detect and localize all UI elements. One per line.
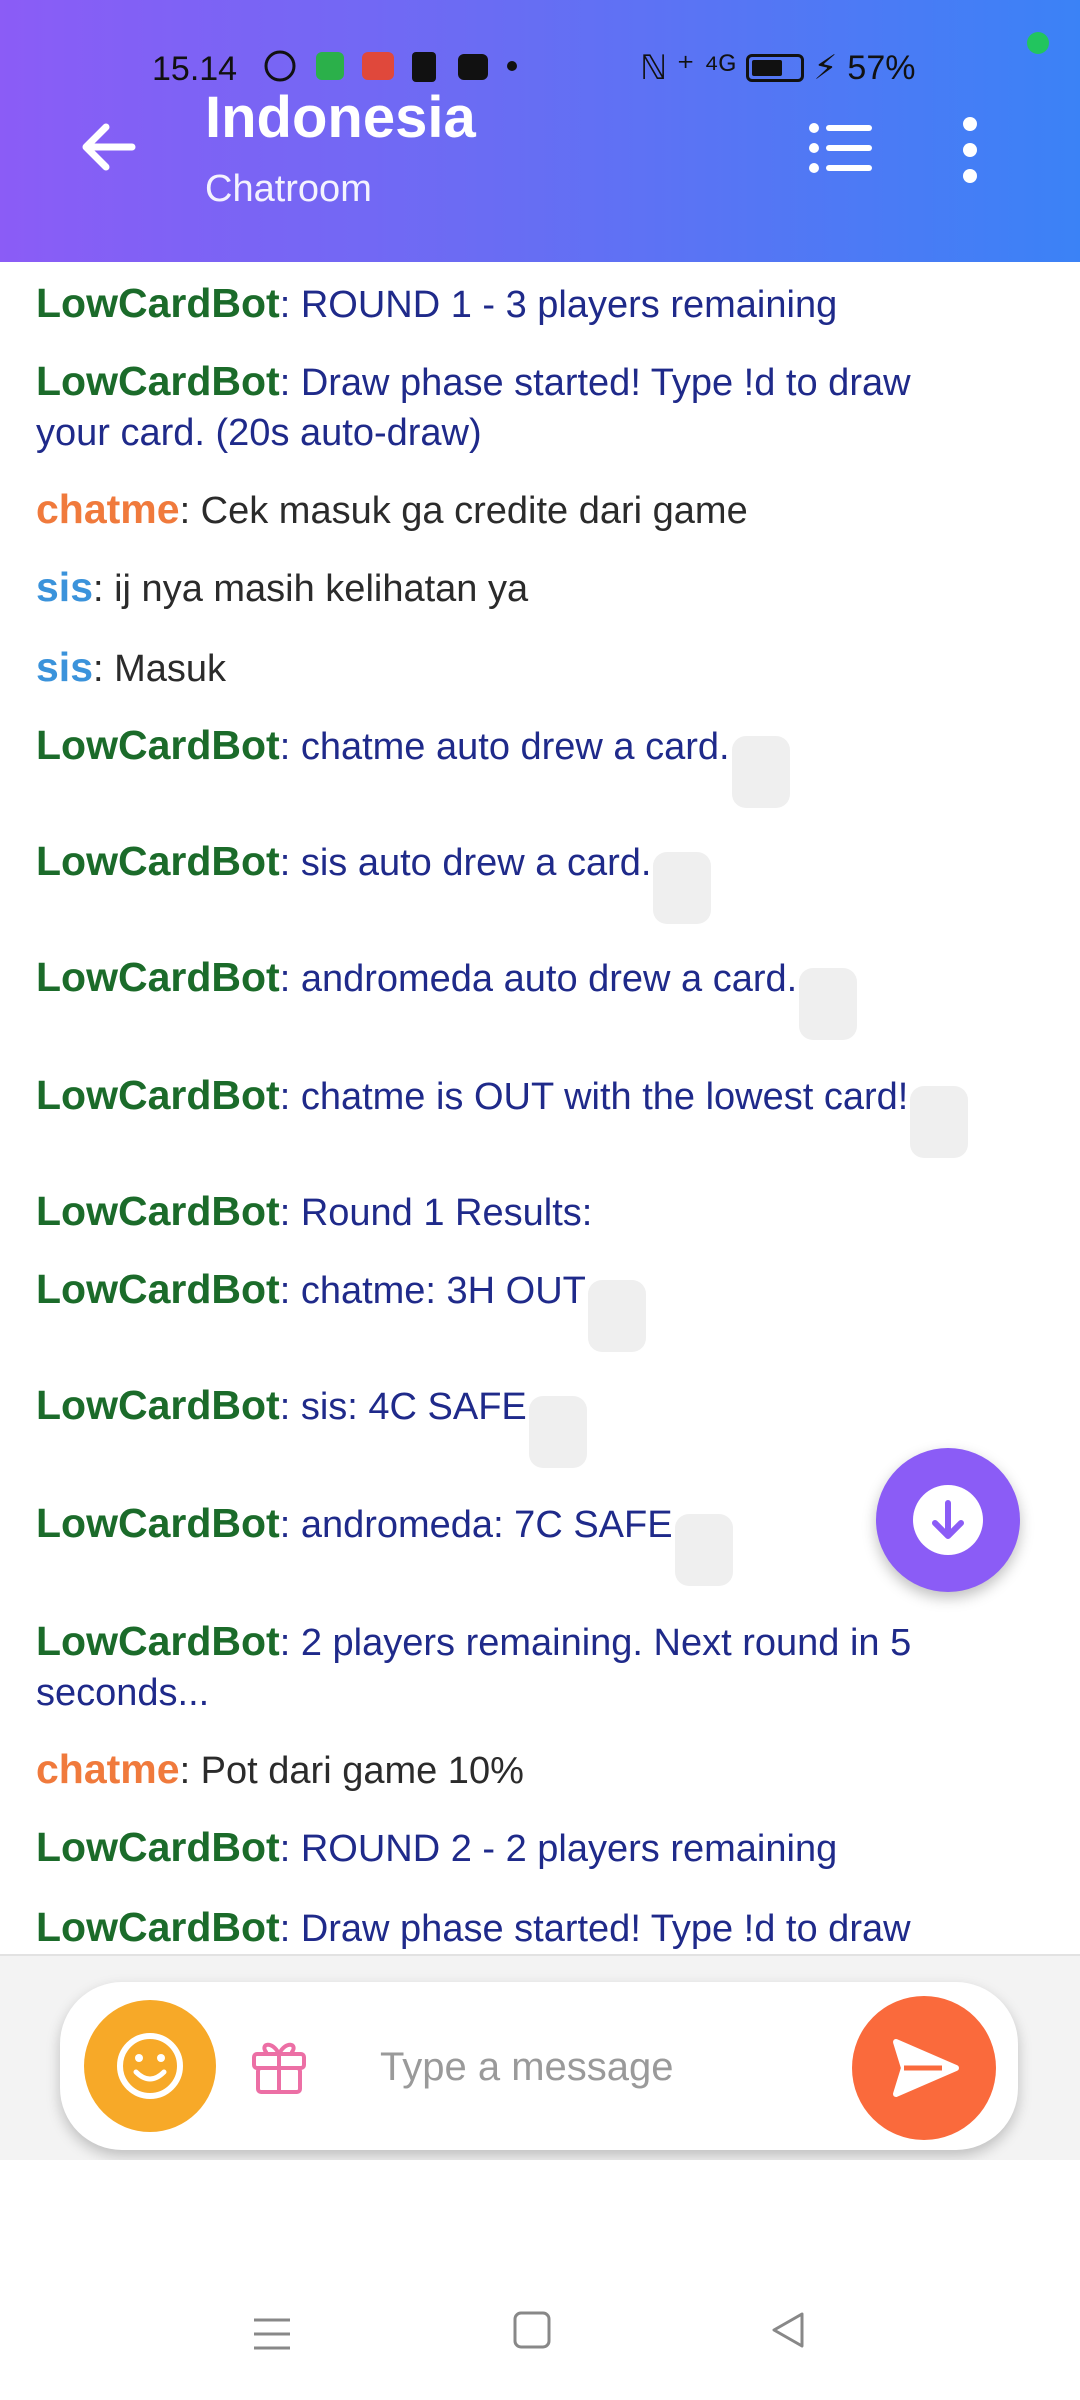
message-item: LowCardBot: chatme auto drew a card.: [36, 720, 986, 808]
sender-name[interactable]: LowCardBot: [36, 1072, 280, 1118]
chat-header: 15.14 ℕ ⁺ ⁴ᴳ ⚡ 57% Indonesia Chatroom: [0, 0, 1080, 262]
message-text: : Masuk: [93, 648, 227, 690]
room-subtitle: Chatroom: [205, 168, 372, 210]
card-image[interactable]: [653, 852, 712, 924]
message-text: : chatme auto drew a card.: [279, 726, 730, 768]
sender-name[interactable]: LowCardBot: [36, 1382, 280, 1428]
message-item: sis: ij nya masih kelihatan ya: [36, 562, 986, 614]
message-text: : sis: 4C SAFE: [279, 1386, 527, 1428]
message-item: LowCardBot: sis auto drew a card.: [36, 836, 986, 924]
message-composer: [60, 1982, 1018, 2150]
smiley-icon: [117, 2033, 183, 2099]
list-icon: [809, 123, 872, 173]
message-input[interactable]: [378, 2028, 832, 2106]
arrow-down-icon: [932, 1500, 964, 1539]
card-image[interactable]: [731, 736, 790, 808]
message-text: : sis auto drew a card.: [279, 842, 652, 884]
card-image[interactable]: [528, 1396, 587, 1468]
message-text: : Round 1 Results:: [279, 1192, 593, 1234]
composer-area: [0, 1954, 1080, 2162]
room-title: Indonesia: [205, 85, 476, 150]
signal-icons: ℕ ⁺ ⁴ᴳ: [640, 49, 736, 87]
card-image[interactable]: [799, 968, 858, 1040]
message-item: LowCardBot: 2 players remaining. Next ro…: [36, 1616, 986, 1718]
menu-icon: [254, 2318, 290, 2350]
sender-name[interactable]: LowCardBot: [36, 1266, 280, 1312]
gift-icon: [252, 2042, 306, 2094]
message-text: : andromeda auto drew a card.: [279, 958, 798, 1000]
sender-name[interactable]: LowCardBot: [36, 1904, 280, 1950]
message-text: : ROUND 2 - 2 players remaining: [279, 1828, 838, 1870]
message-item: LowCardBot: ROUND 2 - 2 players remainin…: [36, 1822, 986, 1874]
sender-name[interactable]: sis: [36, 644, 93, 690]
message-text: : ij nya masih kelihatan ya: [93, 568, 529, 610]
charging-icon: ⚡: [813, 49, 838, 87]
sender-name[interactable]: LowCardBot: [36, 954, 280, 1000]
message-text: : andromeda: 7C SAFE: [279, 1504, 673, 1546]
sender-name[interactable]: LowCardBot: [36, 1500, 280, 1546]
message-text: : Draw phase started! Type !d to draw: [279, 1908, 911, 1950]
sender-name[interactable]: LowCardBot: [36, 1618, 280, 1664]
message-item: LowCardBot: Draw phase started! Type !d …: [36, 356, 986, 458]
message-item: LowCardBot: sis: 4C SAFE: [36, 1380, 986, 1468]
message-item: LowCardBot: ROUND 1 - 3 players remainin…: [36, 278, 986, 330]
sender-name[interactable]: LowCardBot: [36, 1188, 280, 1234]
sender-name[interactable]: chatme: [36, 1746, 180, 1792]
notification-icons-svg: [264, 50, 517, 82]
message-list[interactable]: LowCardBot: ROUND 1 - 3 players remainin…: [0, 262, 1080, 1952]
status-right: ℕ ⁺ ⁴ᴳ ⚡ 57%: [640, 48, 915, 88]
sender-name[interactable]: LowCardBot: [36, 722, 280, 768]
sender-name[interactable]: sis: [36, 564, 93, 610]
nav-home-button[interactable]: [512, 2310, 552, 2350]
system-nav-bar: [0, 2160, 1080, 2400]
gift-button[interactable]: [246, 2032, 312, 2098]
triangle-back-icon: [772, 2312, 804, 2348]
card-image[interactable]: [910, 1086, 969, 1158]
sender-name[interactable]: LowCardBot: [36, 280, 280, 326]
sender-name[interactable]: LowCardBot: [36, 358, 280, 404]
scroll-button-inner: [913, 1485, 983, 1555]
sender-name[interactable]: chatme: [36, 486, 180, 532]
nav-recents-button[interactable]: [252, 2314, 292, 2354]
message-item: chatme: Cek masuk ga credite dari game: [36, 484, 986, 536]
more-options-button[interactable]: [950, 114, 990, 186]
send-icon: [893, 2039, 959, 2097]
card-image[interactable]: [587, 1280, 646, 1352]
message-item: sis: Masuk: [36, 642, 986, 694]
battery-percent: 57%: [847, 48, 916, 87]
message-text: : Pot dari game 10%: [179, 1750, 524, 1792]
privacy-indicator-dot: [1027, 32, 1049, 54]
card-image[interactable]: [674, 1514, 733, 1586]
message-text: : chatme: 3H OUT: [279, 1270, 586, 1312]
message-item: LowCardBot: chatme is OUT with the lowes…: [36, 1070, 1076, 1158]
message-item: chatme: Pot dari game 10%: [36, 1744, 986, 1796]
message-text: : ROUND 1 - 3 players remaining: [279, 284, 838, 326]
message-item: LowCardBot: andromeda auto drew a card.: [36, 952, 986, 1040]
back-button[interactable]: [74, 112, 144, 182]
message-item: LowCardBot: andromeda: 7C SAFE: [36, 1498, 986, 1586]
send-button[interactable]: [852, 1996, 996, 2140]
message-text: : chatme is OUT with the lowest card!: [279, 1076, 909, 1118]
message-text: : Cek masuk ga credite dari game: [179, 490, 748, 532]
scroll-to-bottom-button[interactable]: [876, 1448, 1020, 1592]
message-item: LowCardBot: Draw phase started! Type !d …: [36, 1902, 986, 1952]
nav-back-button[interactable]: [768, 2310, 808, 2350]
sender-name[interactable]: LowCardBot: [36, 1824, 280, 1870]
participants-button[interactable]: [806, 118, 876, 178]
emoji-button[interactable]: [84, 2000, 216, 2132]
arrow-left-icon: [82, 123, 136, 171]
square-icon: [513, 2311, 551, 2349]
sender-name[interactable]: LowCardBot: [36, 838, 280, 884]
message-item: LowCardBot: Round 1 Results:: [36, 1186, 986, 1238]
battery-icon: [745, 54, 804, 82]
more-vertical-icon: [963, 117, 977, 183]
message-item: LowCardBot: chatme: 3H OUT: [36, 1264, 986, 1352]
